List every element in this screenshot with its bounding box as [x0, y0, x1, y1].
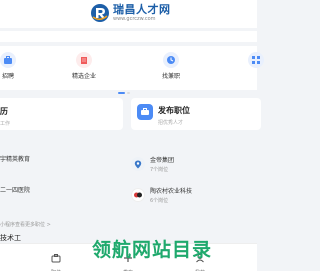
logo-name: 瑞昌人才网: [113, 2, 171, 16]
category-recruit[interactable]: 招聘: [0, 52, 38, 80]
post-job-card[interactable]: 发布职位 招优秀人才: [131, 98, 261, 130]
company-item[interactable]: 二一四医院: [0, 185, 30, 194]
company-job-count: 6个岗位: [150, 198, 169, 204]
logo-url: www.gcrczw.com: [113, 15, 156, 22]
category-featured-companies[interactable]: 精选企业: [54, 52, 114, 80]
company-name: 金帝集团: [150, 157, 175, 164]
company-item[interactable]: 宇精英教育: [0, 154, 30, 163]
site-logo[interactable]: 瑞昌人才网 www.gcrczw.com: [90, 3, 171, 23]
resume-card-title: 历: [0, 107, 8, 116]
category-label: 招聘: [1, 73, 14, 80]
resume-card[interactable]: 历 工作: [0, 98, 123, 130]
category-label: 找兼职: [161, 73, 180, 80]
search-bar[interactable]: [0, 31, 257, 42]
company-job-count: 7个岗位: [150, 167, 169, 173]
post-job-subtitle: 招优秀人才: [158, 120, 184, 126]
category-grid: 招聘 精选企业 找兼职: [0, 46, 264, 90]
company-item[interactable]: 金帝集团 7个岗位: [131, 155, 174, 173]
carousel-dot-active: [118, 92, 125, 94]
company-name: 二一四医院: [0, 187, 31, 194]
building-icon: [76, 52, 92, 68]
company-name: 宇精英教育: [0, 156, 31, 163]
company-name: 陶农村农业科技: [150, 188, 193, 195]
carousel-indicator: [118, 92, 132, 94]
carousel-dot: [127, 92, 130, 94]
tab-jobs[interactable]: 职位: [42, 248, 70, 271]
clock-icon: [163, 52, 179, 68]
briefcase-icon: [0, 52, 16, 68]
post-job-icon: [137, 104, 153, 120]
grid-icon: [248, 52, 264, 68]
post-job-title: 发布职位: [158, 106, 190, 115]
logo-icon: [91, 4, 109, 22]
more-jobs-link[interactable]: 小程序查看更多职位 >: [0, 221, 51, 228]
briefcase-icon: [51, 254, 61, 263]
category-part-time[interactable]: 找兼职: [141, 52, 201, 80]
category-more[interactable]: [226, 52, 286, 68]
category-label: 精选企业: [71, 73, 96, 80]
watermark-text: 领航网站目录: [92, 239, 213, 261]
company-item[interactable]: 陶农村农业科技 6个岗位: [131, 186, 192, 204]
resume-card-subtitle: 工作: [0, 121, 11, 127]
partial-job-title: 技术工: [0, 234, 21, 242]
location-pin-icon: [131, 157, 145, 171]
app-header: 瑞昌人才网 www.gcrczw.com: [0, 0, 257, 28]
company-logo: [131, 188, 145, 202]
